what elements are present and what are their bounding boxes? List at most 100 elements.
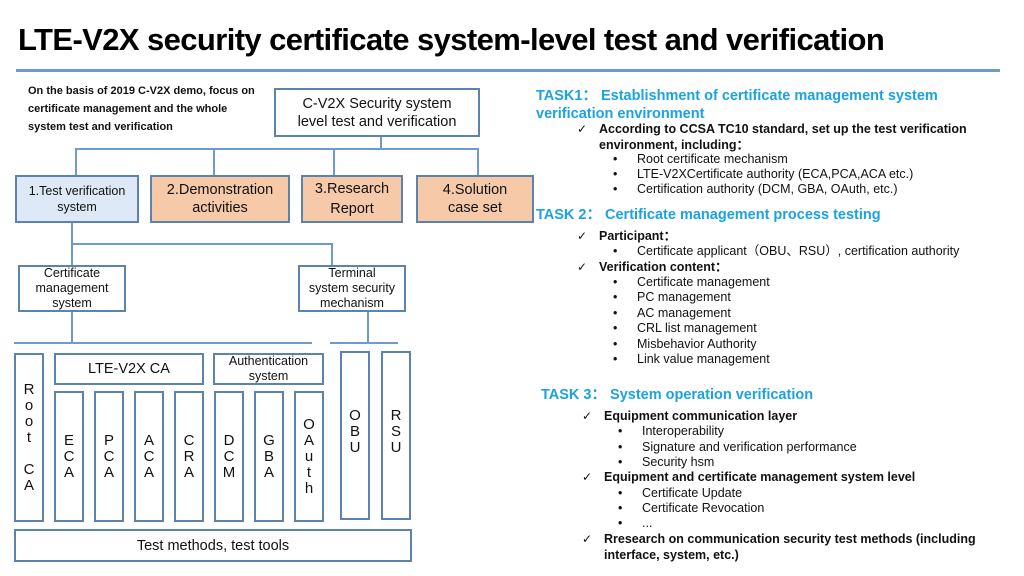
check-icon: ✓ (582, 532, 593, 546)
check-text: Rresearch on communication security test… (604, 532, 976, 546)
connector (477, 148, 479, 175)
vertical-letter: A (103, 463, 114, 481)
list-item: •... (618, 516, 652, 532)
node-eca: ECA (54, 391, 84, 522)
node-research-report: 3.Research Report (301, 175, 403, 223)
vertical-letter: B (349, 423, 360, 440)
node-label: Certificate (43, 266, 101, 280)
task1-heading: TASK1： Establishment of certificate mana… (536, 87, 938, 123)
vertical-label: PCA (103, 432, 115, 481)
vertical-label: Root CA (23, 380, 35, 494)
node-certificate-management-system: Certificate management system (18, 265, 126, 312)
check-icon: ✓ (577, 229, 588, 243)
vertical-letter: U (349, 439, 361, 456)
check-text: Verification content： (599, 260, 728, 274)
check-text: Participant： (599, 229, 677, 243)
node-test-verification-system: 1.Test verification system (15, 175, 139, 223)
connector (331, 243, 333, 265)
bullet-icon: • (613, 244, 618, 258)
node-label: Terminal (328, 266, 376, 280)
list-item: • LTE-V2XCertificate authority (ECA,PCA,A… (613, 167, 914, 183)
vertical-letter: A (143, 431, 154, 449)
node-label: activities (192, 200, 248, 216)
vertical-letter: S (390, 423, 401, 440)
node-label: 1.Test verification (28, 184, 126, 198)
node-terminal-system-security: Terminal system security mechanism (298, 265, 406, 312)
vertical-letter: M (222, 463, 236, 481)
check-icon: ✓ (582, 470, 593, 484)
check-text: Equipment and certificate management sys… (604, 470, 916, 484)
task1-check-item: ✓ According to CCSA TC10 standard, set u… (577, 122, 967, 153)
list-item-text: PC management (637, 290, 731, 304)
list-item-text: Link value management (637, 352, 770, 366)
connector (71, 243, 333, 245)
vertical-label: OBU (349, 408, 361, 456)
vertical-letter: o (24, 396, 34, 414)
node-label: Test methods, test tools (136, 537, 290, 554)
vertical-letter: t (26, 428, 32, 446)
node-label: system (52, 296, 92, 310)
list-item-text: Certification authority (DCM, GBA, OAuth… (637, 182, 898, 196)
check-text: Equipment communication layer (604, 409, 798, 423)
vertical-letter: u (304, 447, 314, 465)
connector (367, 311, 369, 343)
node-label: LTE-V2X CA (88, 361, 170, 377)
bullet-icon: • (618, 440, 623, 454)
vertical-label: CRA (183, 432, 195, 481)
vertical-letter: t (306, 463, 312, 481)
list-item: • Misbehavior Authority (613, 337, 757, 353)
connector (75, 148, 478, 150)
bullet-icon: • (613, 321, 618, 335)
list-item-text: AC management (637, 306, 731, 320)
list-item-text: CRL list management (637, 321, 757, 335)
list-item-text: Certificate Update (642, 486, 743, 500)
list-item-text: Security hsm (642, 455, 715, 469)
list-item-text: Certificate management (637, 275, 770, 289)
connector (71, 311, 73, 343)
check-text: interface, system, etc.) (604, 547, 739, 562)
bullet-icon: • (613, 290, 618, 304)
node-lte-v2x-ca: LTE-V2X CA (54, 353, 204, 385)
node-label: system (248, 369, 289, 383)
node-gba: GBA (254, 391, 284, 522)
vertical-letter: A (23, 476, 34, 494)
bullet-icon: • (613, 352, 618, 366)
bullet-icon: • (618, 516, 623, 530)
bullet-icon: • (618, 486, 623, 500)
vertical-label: GBA (263, 432, 275, 481)
task1-heading-line1: TASK1： Establishment of certificate mana… (536, 88, 938, 104)
node-label: mechanism (320, 296, 384, 310)
task3-check-communication-layer: ✓ Equipment communication layer (582, 409, 798, 425)
list-item-text: Root certificate mechanism (637, 152, 788, 166)
vertical-letter: D (223, 431, 235, 449)
node-pca: PCA (94, 391, 124, 522)
vertical-letter: R (23, 380, 35, 398)
list-item-text: LTE-V2XCertificate authority (ECA,PCA,AC… (637, 167, 914, 181)
task2-check-participant: ✓ Participant： (577, 229, 677, 245)
title-divider (16, 69, 1000, 72)
node-test-methods-tools: Test methods, test tools (14, 529, 412, 562)
list-item: • Security hsm (618, 455, 715, 471)
vertical-label: DCM (222, 431, 236, 481)
vertical-letter: C (143, 447, 155, 465)
bullet-icon: • (613, 337, 618, 351)
node-oauth: OAuth (294, 391, 324, 522)
root-node-line1: C-V2X Security system (302, 95, 452, 112)
bullet-icon: • (613, 275, 618, 289)
vertical-letter: C (63, 447, 75, 465)
list-item: • Certificate applicant（OBU、RSU）, certifi… (613, 244, 959, 260)
page-title: LTE-V2X security certificate system-leve… (18, 22, 885, 57)
node-authentication-system: Authentication system (213, 353, 324, 385)
vertical-letter: A (63, 463, 74, 481)
list-item: • Link value management (613, 352, 770, 368)
bullet-icon: • (618, 501, 623, 515)
vertical-letter: A (183, 463, 194, 481)
bullet-icon: • (618, 455, 623, 469)
node-demonstration-activities: 2.Demonstration activities (150, 175, 290, 223)
list-item: • PC management (613, 290, 731, 306)
vertical-letter: O (303, 415, 315, 433)
check-icon: ✓ (582, 409, 593, 423)
vertical-letter: C (223, 447, 235, 465)
node-label: management (35, 281, 109, 295)
connector (330, 342, 398, 344)
